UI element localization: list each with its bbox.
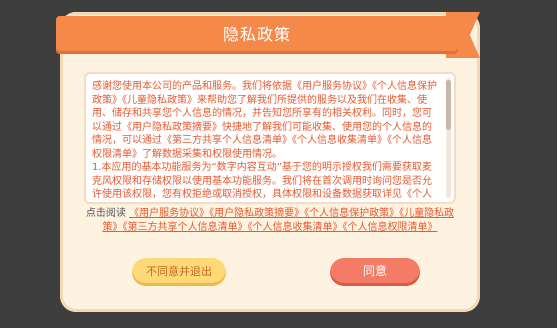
policy-links[interactable]: 《用户服务协议》《用户隐私政策摘要》《个人信息保护政策》《儿童隐私政策》《第三方… <box>103 208 455 233</box>
read-agreement-row: 点击阅读 《用户服务协议》《用户隐私政策摘要》《个人信息保护政策》《儿童隐私政策… <box>84 207 456 235</box>
refuse-exit-button[interactable]: 不同意并退出 <box>132 258 226 286</box>
scrollbar-thumb[interactable] <box>446 80 451 130</box>
read-prefix: 点击阅读 <box>85 208 126 219</box>
policy-text: 感谢您使用本公司的产品和服务。我们将依据《用户服务协议》《个人信息保护政策》《儿… <box>92 81 437 200</box>
policy-content-box[interactable]: 感谢您使用本公司的产品和服务。我们将依据《用户服务协议》《个人信息保护政策》《儿… <box>84 72 456 204</box>
screen: 隐私政策 感谢您使用本公司的产品和服务。我们将依据《用户服务协议》《个人信息保护… <box>0 0 557 328</box>
agree-button[interactable]: 同意 <box>330 258 420 286</box>
dialog-title: 隐私政策 <box>222 25 291 44</box>
